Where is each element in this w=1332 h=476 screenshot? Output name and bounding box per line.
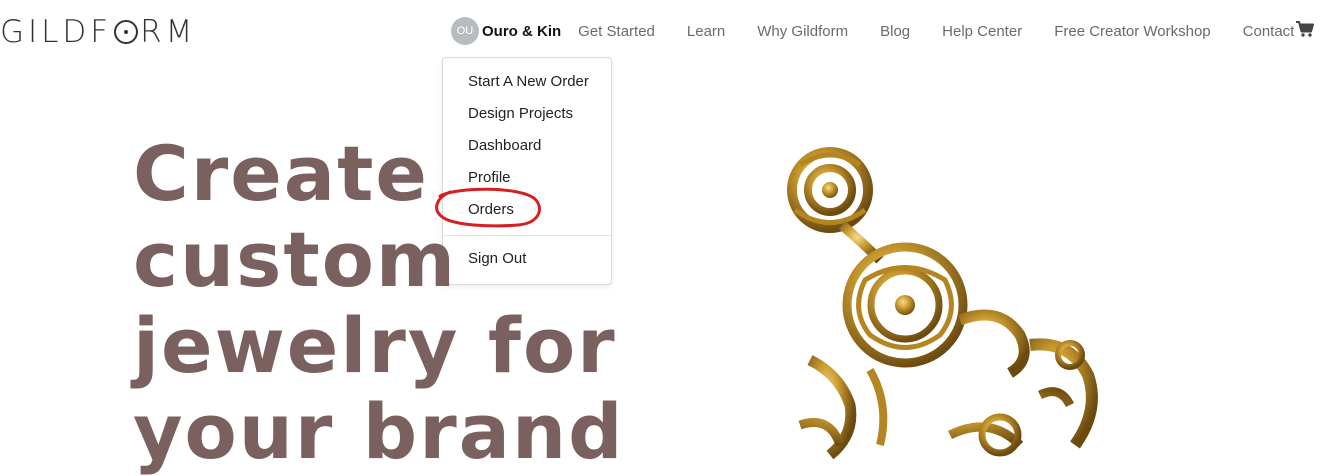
nav-link-free-creator-workshop[interactable]: Free Creator Workshop xyxy=(1054,23,1210,40)
hero-line: jewelry for xyxy=(133,301,617,390)
hero-line: your brand xyxy=(133,387,625,476)
user-name: Ouro & Kin xyxy=(482,22,562,40)
gold-earring-image xyxy=(787,147,1098,460)
nav-link-blog[interactable]: Blog xyxy=(880,23,910,40)
nav-link-get-started[interactable]: Get Started xyxy=(578,23,655,40)
hero-heading: Create custom jewelry for your brand xyxy=(133,131,624,475)
nav-link-learn[interactable]: Learn xyxy=(687,23,725,40)
nav-link-help-center[interactable]: Help Center xyxy=(942,23,1022,40)
avatar: OU xyxy=(451,17,479,45)
main-nav: OU Ouro & Kin Get Started Learn Why Gild… xyxy=(451,17,1312,45)
user-menu-toggle[interactable]: OU Ouro & Kin xyxy=(451,17,561,45)
menu-item-design-projects[interactable]: Design Projects xyxy=(468,105,573,122)
nav-link-contact[interactable]: Contact xyxy=(1243,23,1295,40)
logo[interactable]: GILDF RM xyxy=(0,14,197,50)
nav-link-why-gildform[interactable]: Why Gildform xyxy=(757,23,848,40)
logo-text-right: RM xyxy=(140,14,197,50)
menu-item-start-new-order[interactable]: Start A New Order xyxy=(468,73,589,90)
hero-line: Create xyxy=(133,129,429,218)
shopping-cart-icon[interactable] xyxy=(1296,20,1314,38)
hero-line: custom xyxy=(133,215,458,304)
logo-ring-icon xyxy=(114,20,139,44)
logo-text-left: GILDF xyxy=(0,14,113,50)
